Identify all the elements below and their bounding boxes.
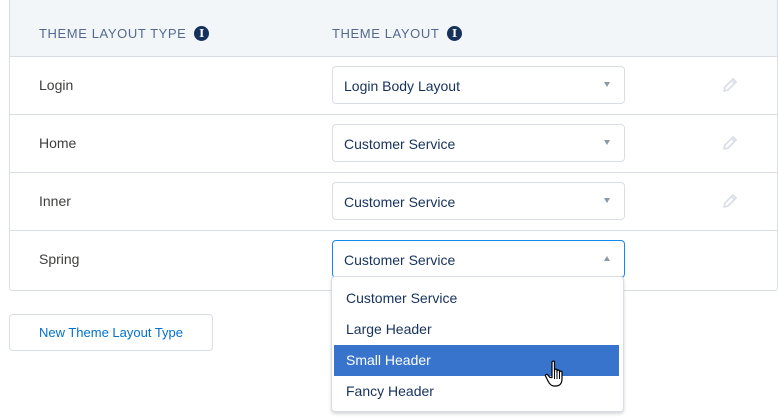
column-header-label: THEME LAYOUT — [332, 26, 440, 41]
row-label: Home — [39, 135, 77, 151]
column-header-theme-layout-type: THEME LAYOUT TYPE i — [39, 26, 210, 41]
pencil-icon[interactable] — [722, 193, 738, 209]
dropdown-option[interactable]: Fancy Header — [334, 376, 619, 407]
select-value: Customer Service — [344, 252, 456, 268]
theme-layout-dropdown-menu: Customer Service Large Header Small Head… — [331, 276, 624, 412]
table-header: THEME LAYOUT TYPE i THEME LAYOUT i — [10, 0, 777, 57]
select-value: Login Body Layout — [344, 78, 460, 94]
dropdown-option-highlighted[interactable]: Small Header — [334, 345, 619, 376]
chevron-down-icon — [604, 82, 610, 87]
theme-layout-panel: THEME LAYOUT TYPE i THEME LAYOUT i Login… — [0, 0, 778, 418]
select-value: Customer Service — [344, 136, 456, 152]
info-icon[interactable]: i — [194, 26, 210, 41]
theme-layout-select[interactable]: Customer Service — [332, 124, 625, 162]
chevron-down-icon — [604, 198, 610, 203]
theme-layout-select[interactable]: Customer Service — [332, 240, 625, 278]
pencil-icon[interactable] — [722, 135, 738, 151]
theme-layout-select[interactable]: Login Body Layout — [332, 66, 625, 104]
theme-layout-select[interactable]: Customer Service — [332, 182, 625, 220]
table-row: Home Customer Service — [10, 115, 777, 173]
row-label: Inner — [39, 193, 71, 209]
table-row: Inner Customer Service — [10, 173, 777, 231]
column-header-theme-layout: THEME LAYOUT i — [332, 26, 463, 41]
theme-layout-table: THEME LAYOUT TYPE i THEME LAYOUT i Login… — [9, 0, 778, 291]
row-label: Login — [39, 77, 74, 93]
pencil-icon[interactable] — [722, 77, 738, 93]
info-icon[interactable]: i — [447, 26, 463, 41]
chevron-down-icon — [604, 140, 610, 145]
hand-pointer-icon — [544, 360, 563, 387]
row-label: Spring — [39, 251, 80, 267]
new-theme-layout-type-button[interactable]: New Theme Layout Type — [9, 314, 213, 351]
select-value: Customer Service — [344, 194, 456, 210]
column-header-label: THEME LAYOUT TYPE — [39, 26, 187, 41]
chevron-up-icon — [604, 256, 610, 261]
table-row: Login Login Body Layout — [10, 57, 777, 115]
dropdown-option[interactable]: Customer Service — [334, 283, 619, 314]
dropdown-option[interactable]: Large Header — [334, 314, 619, 345]
